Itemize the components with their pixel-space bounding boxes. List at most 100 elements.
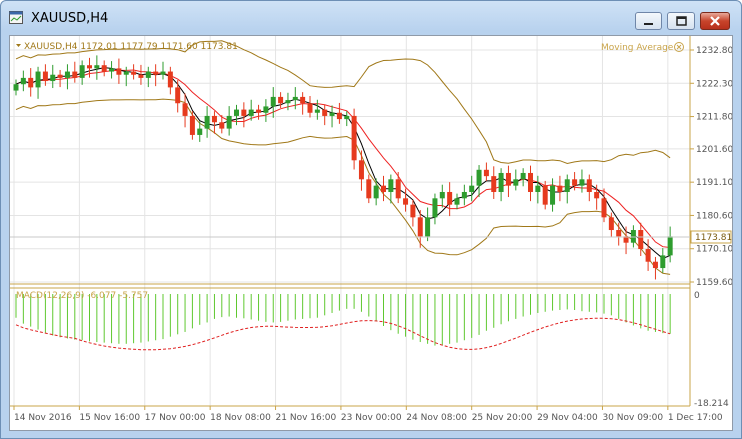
close-button[interactable]	[700, 12, 730, 30]
candle-body	[550, 185, 556, 205]
candle-body	[13, 84, 19, 91]
candle-body	[153, 71, 159, 75]
candle-body	[270, 96, 276, 107]
candle-body	[535, 185, 541, 192]
candle-body	[145, 71, 151, 78]
candle-body	[528, 172, 533, 192]
candle-body	[219, 122, 225, 129]
window-title: XAUUSD,H4	[31, 11, 109, 26]
candle-body	[20, 77, 26, 85]
candle-body	[307, 103, 313, 113]
candle-body	[300, 96, 306, 104]
time-tick-label: 30 Nov 09:00	[602, 413, 663, 423]
candle-body	[579, 179, 585, 186]
minimize-icon	[644, 23, 653, 25]
candle-body	[234, 109, 239, 116]
chart-window-icon	[9, 11, 23, 24]
candle-body	[285, 100, 291, 104]
time-tick-label: 21 Nov 16:00	[276, 413, 337, 423]
candle-body	[72, 71, 78, 78]
candle-body	[476, 169, 482, 186]
chart-window: XAUUSD,H4 1232.80 1222.30 1211.80 1201.6…	[0, 0, 742, 439]
candle-body	[454, 198, 460, 205]
candle-body	[314, 109, 320, 113]
candle-body	[439, 191, 445, 199]
price-tick-label: 1191.10	[696, 178, 732, 188]
candle-body	[660, 255, 666, 269]
candle-body	[336, 112, 342, 120]
candle-body	[189, 115, 195, 135]
candle-body	[109, 68, 115, 72]
price-tick-label: 1222.30	[696, 79, 732, 89]
time-tick-label: 15 Nov 16:00	[79, 413, 140, 423]
candle-body	[94, 65, 100, 69]
candle-body	[513, 179, 519, 186]
candle-body	[608, 217, 614, 231]
time-tick-label: 23 Nov 00:00	[341, 413, 402, 423]
candle-body	[79, 65, 85, 78]
candle-body	[28, 77, 34, 88]
candle-body	[226, 115, 232, 129]
candle-body	[35, 71, 41, 88]
candle-body	[616, 230, 622, 237]
candle-body	[175, 87, 181, 104]
candle-body	[351, 115, 357, 161]
chart-area[interactable]: 1232.80 1222.30 1211.80 1201.60 1191.10 1180.…	[9, 35, 733, 431]
price-tick-label: 1180.60	[696, 211, 732, 221]
candle-body	[447, 191, 453, 205]
candle-body	[373, 185, 379, 199]
restore-icon	[676, 16, 687, 26]
candle-body	[57, 74, 63, 78]
candle-body	[64, 71, 70, 78]
time-tick-label: 14 Nov 2016	[14, 413, 72, 423]
candle-body	[138, 74, 144, 78]
candle-body	[410, 204, 416, 218]
candle-body	[491, 176, 497, 192]
macd-label: MACD(12,26,9) -6.077 -5.757	[16, 291, 148, 301]
candle-body	[160, 71, 166, 75]
candle-body	[594, 191, 600, 199]
candle-body	[116, 68, 122, 75]
candle-body	[248, 109, 254, 116]
candle-body	[557, 185, 563, 192]
current-price-label: 1173.81	[695, 233, 732, 243]
minimize-button[interactable]	[635, 12, 662, 30]
price-chart[interactable]: 1232.80 1222.30 1211.80 1201.60 1191.10 1180.…	[10, 36, 733, 430]
candle-body	[358, 160, 364, 180]
candle-body	[197, 128, 203, 135]
price-tick-label: 1201.60	[696, 145, 732, 155]
price-tick-label: 1159.60	[696, 278, 732, 288]
candle-body	[469, 185, 475, 192]
candle-body	[101, 65, 107, 72]
time-tick-label: 17 Nov 00:00	[145, 413, 206, 423]
candle-body	[395, 179, 401, 199]
candle-body	[263, 106, 269, 113]
candle-body	[520, 172, 526, 180]
time-tick-label: 29 Nov 04:00	[537, 413, 598, 423]
title-bar[interactable]: XAUUSD,H4	[1, 1, 741, 35]
candle-body	[292, 96, 298, 101]
candle-body	[182, 103, 188, 116]
candle-body	[461, 191, 467, 199]
candle-body	[344, 115, 350, 120]
candle-body	[638, 230, 644, 250]
candle-body	[601, 198, 607, 218]
candle-body	[667, 236, 673, 256]
candle-body	[366, 179, 372, 199]
candle-body	[505, 172, 511, 186]
candle-body	[211, 115, 217, 123]
candle-body	[645, 249, 651, 262]
price-tick-label: 1170.10	[696, 245, 732, 255]
candle-body	[241, 109, 247, 116]
candle-body	[204, 115, 210, 129]
candle-body	[123, 71, 129, 75]
time-tick-label: 1 Dec 17:00	[668, 413, 723, 423]
time-tick-label: 24 Nov 08:00	[406, 413, 467, 423]
restore-button[interactable]	[667, 12, 695, 30]
candle-body	[388, 179, 394, 192]
candle-body	[425, 217, 431, 237]
candle-body	[417, 217, 423, 237]
candle-body	[87, 65, 92, 69]
macd-min-label: -18.214	[694, 399, 729, 409]
candle-body	[542, 185, 548, 205]
